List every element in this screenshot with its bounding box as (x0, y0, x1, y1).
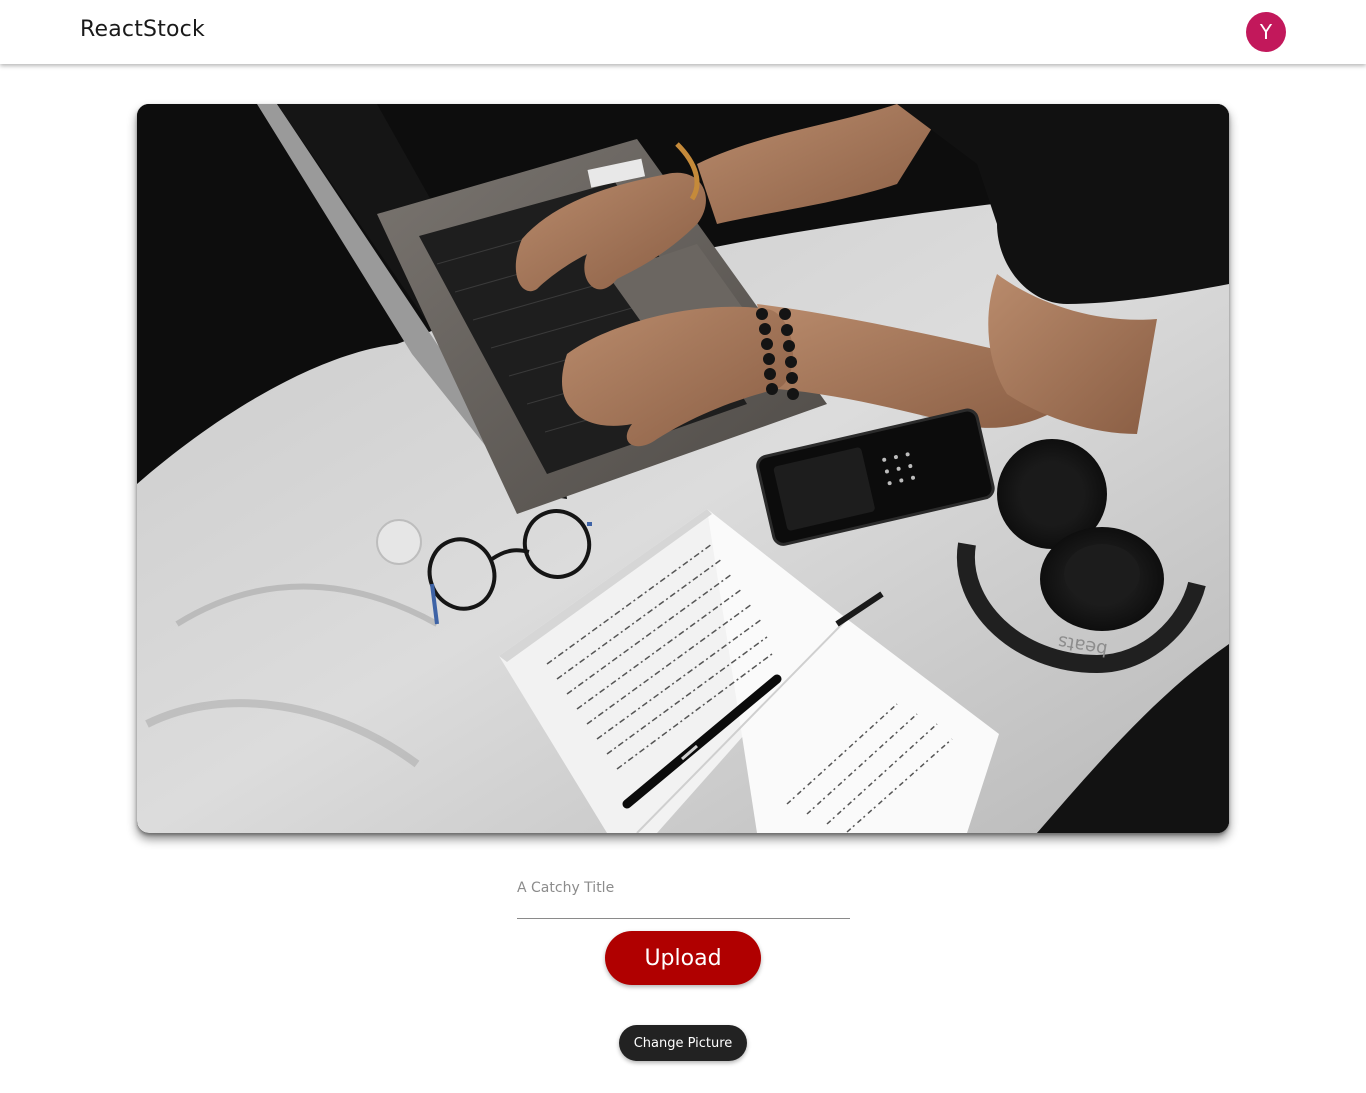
user-avatar[interactable]: Y (1246, 12, 1286, 52)
photo-image: beats (137, 104, 1229, 833)
upload-button[interactable]: Upload (605, 931, 761, 985)
brand-logo[interactable]: ReactStock (80, 17, 205, 42)
change-picture-button[interactable]: Change Picture (619, 1025, 747, 1061)
avatar-initial: Y (1259, 20, 1273, 44)
title-input[interactable] (517, 870, 850, 918)
title-field (517, 870, 850, 919)
top-navbar: ReactStock Y (0, 0, 1366, 64)
photo-preview: beats (137, 104, 1229, 833)
